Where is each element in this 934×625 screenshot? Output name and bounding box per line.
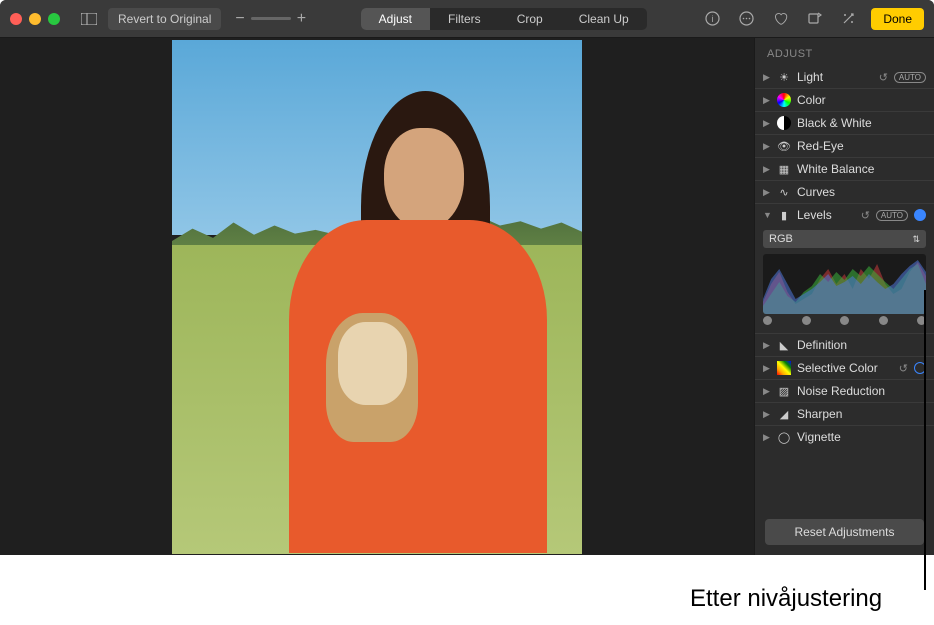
light-icon: ☀ [777, 70, 791, 84]
adjust-label: Noise Reduction [797, 384, 926, 398]
noise-icon: ▨ [777, 384, 791, 398]
zoom-track[interactable] [251, 17, 291, 20]
more-icon[interactable] [735, 8, 757, 30]
reset-icon[interactable]: ↺ [879, 71, 888, 84]
chevron-right-icon: ▶ [763, 95, 771, 106]
definition-icon: ◣ [777, 338, 791, 352]
selcolor-icon [777, 361, 791, 375]
sidebar-toggle-icon[interactable] [78, 8, 100, 30]
chevron-right-icon: ▶ [763, 409, 771, 420]
wb-icon: ▦ [777, 162, 791, 176]
chevron-down-icon: ▼ [763, 210, 771, 220]
chevron-right-icon: ▶ [763, 118, 771, 129]
favorite-icon[interactable] [769, 8, 791, 30]
adjust-label: Selective Color [797, 361, 893, 375]
zoom-out-icon: − [235, 10, 244, 28]
levels-histogram[interactable] [763, 254, 926, 314]
revert-button[interactable]: Revert to Original [108, 8, 221, 30]
tab-cleanup[interactable]: Clean Up [561, 8, 647, 30]
reset-icon[interactable]: ↺ [861, 209, 870, 222]
zoom-slider[interactable]: − + [235, 10, 306, 28]
adjust-row-color[interactable]: ▶ Color [755, 89, 934, 112]
callout-text: Etter nivåjustering [690, 585, 882, 613]
black-point-slider[interactable] [763, 316, 772, 325]
adjust-row-light[interactable]: ▶ ☀ Light ↺ AUTO [755, 66, 934, 89]
chevron-right-icon: ▶ [763, 72, 771, 83]
adjust-label: Light [797, 70, 873, 84]
panel-header: ADJUST [755, 38, 934, 66]
adjust-label: Definition [797, 338, 926, 352]
done-button[interactable]: Done [871, 8, 924, 30]
mid-slider[interactable] [840, 316, 849, 325]
adjust-label: Sharpen [797, 407, 926, 421]
adjust-row-levels[interactable]: ▼ ▮ Levels ↺ AUTO [755, 204, 934, 226]
minimize-window-icon[interactable] [29, 13, 41, 25]
bw-icon [777, 116, 791, 130]
chevron-right-icon: ▶ [763, 386, 771, 397]
chevron-right-icon: ▶ [763, 432, 771, 443]
zoom-in-icon: + [297, 10, 306, 28]
toolbar-right: i Done [701, 8, 924, 30]
photo-preview [172, 40, 582, 554]
adjust-row-bw[interactable]: ▶ Black & White [755, 112, 934, 135]
titlebar: Revert to Original − + Adjust Filters Cr… [0, 0, 934, 38]
adjust-label: Curves [797, 185, 926, 199]
adjust-row-sharpen[interactable]: ▶ ◢ Sharpen [755, 403, 934, 426]
window-controls [10, 13, 60, 25]
callout-line [924, 290, 926, 590]
adjust-row-redeye[interactable]: ▶ 👁 Red-Eye [755, 135, 934, 158]
adjust-row-definition[interactable]: ▶ ◣ Definition [755, 334, 934, 357]
adjust-sidebar: ADJUST ▶ ☀ Light ↺ AUTO ▶ Color ▶ Black … [754, 38, 934, 555]
adjust-label: White Balance [797, 162, 926, 176]
adjust-row-noise[interactable]: ▶ ▨ Noise Reduction [755, 380, 934, 403]
fullscreen-window-icon[interactable] [48, 13, 60, 25]
info-icon[interactable]: i [701, 8, 723, 30]
tab-filters[interactable]: Filters [430, 8, 499, 30]
chevron-right-icon: ▶ [763, 187, 771, 198]
active-indicator-icon[interactable] [914, 209, 926, 221]
vignette-icon: ◯ [777, 430, 791, 444]
magic-icon[interactable] [837, 8, 859, 30]
app-window: Revert to Original − + Adjust Filters Cr… [0, 0, 934, 555]
adjust-row-vignette[interactable]: ▶ ◯ Vignette [755, 426, 934, 448]
dropdown-arrows-icon: ⇅ [912, 234, 920, 245]
chevron-right-icon: ▶ [763, 340, 771, 351]
reset-icon[interactable]: ↺ [899, 362, 908, 375]
auto-badge[interactable]: AUTO [876, 210, 908, 221]
rotate-icon[interactable] [803, 8, 825, 30]
close-window-icon[interactable] [10, 13, 22, 25]
curves-icon: ∿ [777, 185, 791, 199]
content-area: ADJUST ▶ ☀ Light ↺ AUTO ▶ Color ▶ Black … [0, 38, 934, 555]
adjust-row-wb[interactable]: ▶ ▦ White Balance [755, 158, 934, 181]
redeye-icon: 👁 [777, 139, 791, 153]
photo-canvas[interactable] [0, 38, 754, 555]
chevron-right-icon: ▶ [763, 164, 771, 175]
adjust-row-curves[interactable]: ▶ ∿ Curves [755, 181, 934, 204]
mode-tabs: Adjust Filters Crop Clean Up [361, 8, 647, 30]
color-icon [777, 93, 791, 107]
chevron-right-icon: ▶ [763, 141, 771, 152]
tab-crop[interactable]: Crop [499, 8, 561, 30]
adjust-label: Levels [797, 208, 855, 222]
adjust-label: Red-Eye [797, 139, 926, 153]
shadow-slider[interactable] [802, 316, 811, 325]
channel-label: RGB [769, 233, 793, 245]
adjust-label: Color [797, 93, 926, 107]
sharpen-icon: ◢ [777, 407, 791, 421]
highlight-slider[interactable] [879, 316, 888, 325]
adjust-label: Vignette [797, 430, 926, 444]
levels-sliders [763, 316, 926, 325]
auto-badge[interactable]: AUTO [894, 72, 926, 83]
adjust-row-selcolor[interactable]: ▶ Selective Color ↺ [755, 357, 934, 380]
reset-adjustments-button[interactable]: Reset Adjustments [765, 519, 924, 545]
levels-icon: ▮ [777, 208, 791, 222]
levels-panel: RGB ⇅ [755, 226, 934, 334]
adjust-label: Black & White [797, 116, 926, 130]
channel-select[interactable]: RGB ⇅ [763, 230, 926, 248]
svg-text:i: i [711, 14, 713, 24]
chevron-right-icon: ▶ [763, 363, 771, 374]
tab-adjust[interactable]: Adjust [361, 8, 430, 30]
